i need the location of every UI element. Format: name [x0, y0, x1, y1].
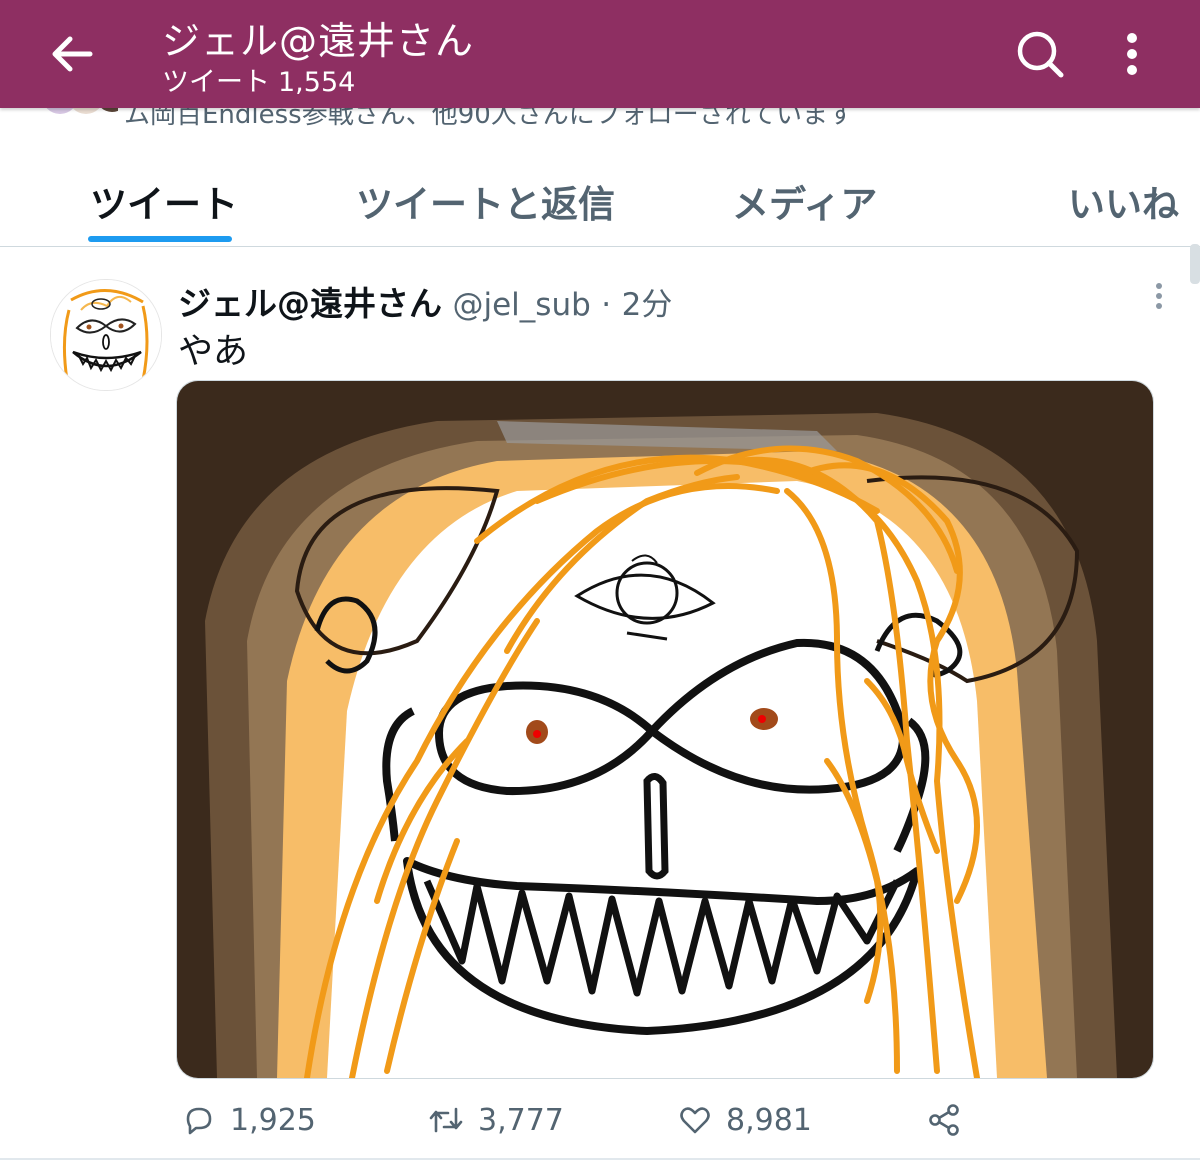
author-name[interactable]: ジェル@遠井さん	[178, 284, 442, 323]
reply-icon	[186, 1107, 212, 1135]
share-icon	[929, 1104, 959, 1136]
tab-media[interactable]: メディア	[732, 174, 877, 228]
tweet-count-label: ツイート	[162, 67, 270, 98]
author-handle[interactable]: @jel_sub	[453, 287, 591, 323]
like-count: 8,981	[726, 1102, 812, 1138]
tweet-more-button[interactable]	[1142, 279, 1176, 313]
tweet-header: ジェル@遠井さん @jel_sub · 2分	[178, 277, 672, 325]
heart-icon	[680, 1107, 710, 1134]
app-header: ジェル@遠井さん ツイート 1,554	[0, 0, 1200, 108]
share-button[interactable]	[926, 1095, 962, 1145]
retweet-button[interactable]: 3,777	[428, 1095, 564, 1145]
tab-tweets-and-replies[interactable]: ツイートと返信	[356, 174, 615, 228]
more-options-button[interactable]	[1096, 18, 1168, 90]
tweet-media-image[interactable]	[176, 380, 1154, 1079]
retweet-count: 3,777	[478, 1102, 564, 1138]
avatar-drawing	[51, 280, 161, 390]
tweet-text: やあ	[178, 332, 249, 372]
tab-likes[interactable]: いいね	[1068, 174, 1179, 228]
more-vertical-icon	[1156, 283, 1162, 309]
like-button[interactable]: 8,981	[678, 1095, 812, 1145]
search-icon	[1017, 31, 1064, 78]
tweet-divider	[0, 1158, 1200, 1160]
tweet-count: ツイート 1,554	[162, 60, 363, 99]
reply-button[interactable]: 1,925	[182, 1095, 316, 1145]
profile-tabs: ツイート ツイートと返信 メディア いいね	[0, 152, 1200, 247]
active-tab-indicator	[88, 236, 232, 242]
tweet-count-value: 1,554	[278, 67, 356, 98]
avatar[interactable]	[50, 279, 162, 391]
tweet-timestamp[interactable]: 2分	[622, 287, 673, 323]
separator-dot: ·	[601, 287, 612, 323]
reply-count: 1,925	[230, 1102, 316, 1138]
tweet[interactable]: ジェル@遠井さん @jel_sub · 2分 やあ 1,925 3,777 8,…	[0, 247, 1200, 1169]
more-vertical-icon	[1127, 33, 1137, 75]
tab-tweets[interactable]: ツイート	[90, 174, 238, 228]
retweet-icon	[429, 1107, 463, 1133]
search-button[interactable]	[1004, 18, 1076, 90]
profile-title: ジェル@遠井さん	[162, 19, 475, 63]
back-button[interactable]	[36, 18, 108, 90]
arrow-left-icon	[52, 36, 93, 72]
drawing-image	[177, 381, 1153, 1078]
tweet-actions: 1,925 3,777 8,981	[0, 1095, 1200, 1145]
